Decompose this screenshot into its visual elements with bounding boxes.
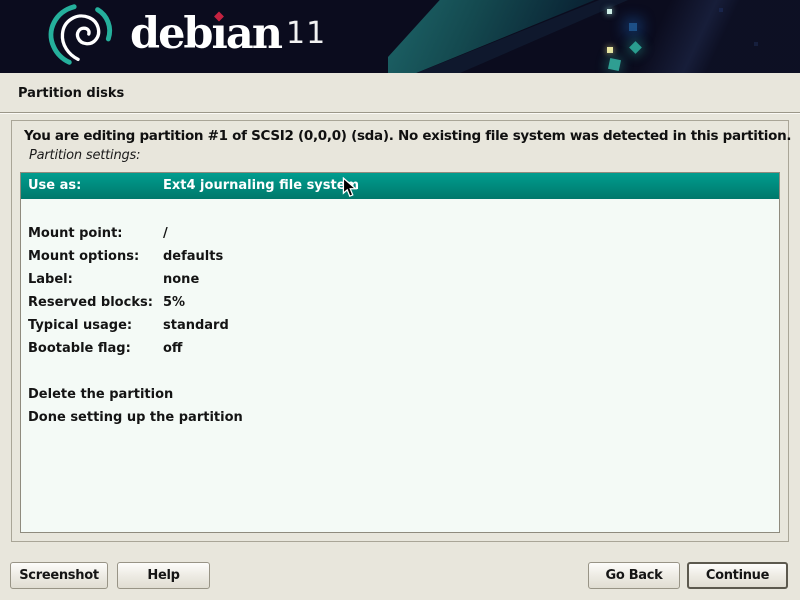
banner-sparkle <box>607 47 613 53</box>
wordmark-text: an <box>226 9 281 59</box>
list-item[interactable]: Use as:Ext4 journaling file system <box>21 173 779 199</box>
wordmark-i: ı <box>212 9 226 59</box>
item-label: Label: <box>28 268 163 291</box>
help-button[interactable]: Help <box>117 562 210 589</box>
page-title: Partition disks <box>18 86 124 101</box>
partition-settings-list[interactable]: Use as:Ext4 journaling file system Mount … <box>20 172 780 533</box>
list-item[interactable]: Label:none <box>21 268 779 291</box>
page-header: Partition disks <box>0 73 800 112</box>
header-divider <box>0 112 800 114</box>
item-label: Mount options: <box>28 245 163 268</box>
list-item[interactable]: Delete the partition <box>21 383 779 406</box>
list-item <box>21 360 779 383</box>
list-item[interactable]: Mount point:/ <box>21 222 779 245</box>
mouse-cursor-icon <box>342 177 359 199</box>
list-item[interactable]: Typical usage:standard <box>21 314 779 337</box>
debian-swirl-logo-icon <box>42 2 120 68</box>
screenshot-button[interactable]: Screenshot <box>10 562 108 589</box>
content-frame: You are editing partition #1 of SCSI2 (0… <box>11 120 789 542</box>
item-value: defaults <box>163 249 223 264</box>
item-value: Ext4 journaling file system <box>163 178 359 193</box>
list-item <box>21 199 779 222</box>
debian-version: 11 <box>286 16 326 51</box>
item-value: standard <box>163 318 229 333</box>
item-label: Mount point: <box>28 222 163 245</box>
item-label: Typical usage: <box>28 314 163 337</box>
item-value: off <box>163 341 182 356</box>
item-value: none <box>163 272 199 287</box>
debian-wordmark: debıan <box>130 9 281 61</box>
list-item[interactable]: Mount options:defaults <box>21 245 779 268</box>
item-value: 5% <box>163 295 185 310</box>
continue-button[interactable]: Continue <box>687 562 788 589</box>
banner-sparkle <box>607 9 612 14</box>
wordmark-text: deb <box>130 9 212 59</box>
banner-sparkle <box>608 58 621 71</box>
partition-settings-label: Partition settings: <box>29 148 140 163</box>
info-message: You are editing partition #1 of SCSI2 (0… <box>24 128 780 144</box>
item-label: Bootable flag: <box>28 337 163 360</box>
go-back-button[interactable]: Go Back <box>588 562 680 589</box>
list-item[interactable]: Bootable flag:off <box>21 337 779 360</box>
banner-decoration-band <box>600 0 800 73</box>
item-value: / <box>163 226 168 241</box>
item-label: Reserved blocks: <box>28 291 163 314</box>
banner-sparkle <box>719 8 723 12</box>
item-label: Delete the partition <box>28 383 163 406</box>
banner-sparkle <box>754 42 758 46</box>
list-item[interactable]: Reserved blocks:5% <box>21 291 779 314</box>
banner-sparkle <box>629 23 637 31</box>
item-label: Use as: <box>28 173 163 199</box>
debian-banner: debıan 11 <box>0 0 800 73</box>
item-label: Done setting up the partition <box>28 406 163 429</box>
list-item[interactable]: Done setting up the partition <box>21 406 779 429</box>
